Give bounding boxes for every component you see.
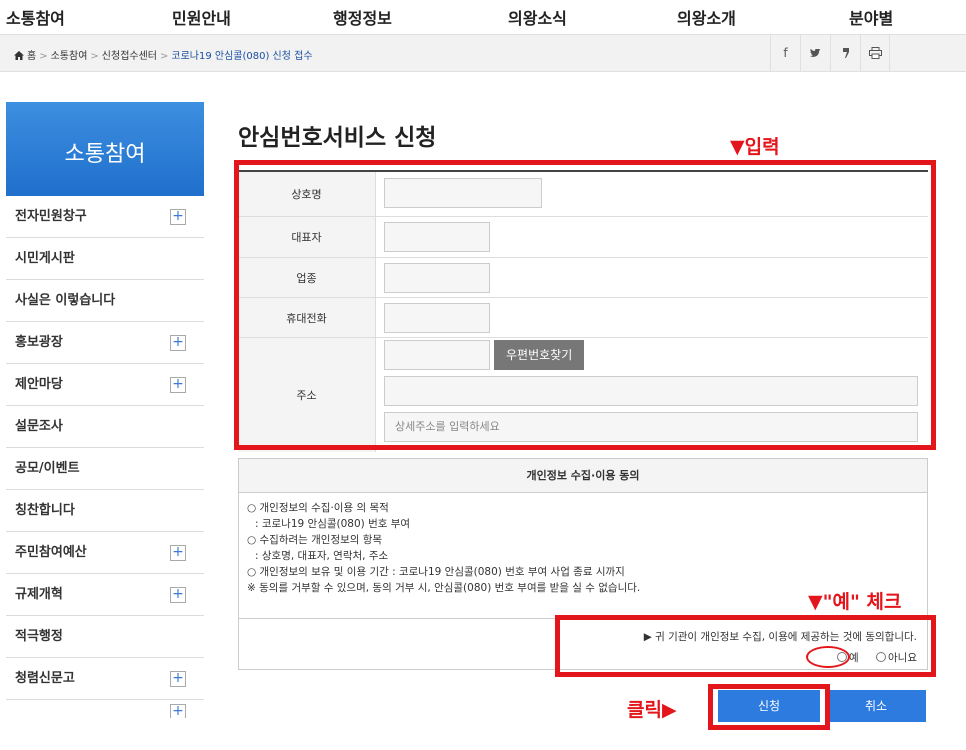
annotation-input-box [234, 160, 936, 450]
nav-item-by-field[interactable]: 분야별 [849, 5, 893, 29]
facebook-share-icon[interactable]: f [770, 35, 800, 71]
annotation-input-label: ▼입력 [730, 136, 780, 158]
sidebar-item-survey[interactable]: 설문조사 [6, 406, 204, 448]
nav-item-civil-guide[interactable]: 민원안내 [172, 5, 231, 29]
sidebar-item-contest-event[interactable]: 공모/이벤트 [6, 448, 204, 490]
expand-plus-icon[interactable]: + [170, 671, 186, 687]
home-icon [14, 51, 24, 60]
sidebar-item-label: 적극행정 [15, 629, 63, 644]
breadcrumb-home[interactable]: 홈 [27, 51, 36, 62]
sidebar-item-fact-check[interactable]: 사실은 이렇습니다 [6, 280, 204, 322]
twitter-share-icon[interactable] [800, 35, 830, 71]
cancel-button[interactable]: 취소 [826, 690, 926, 722]
consent-line-items: ○ 수집하려는 개인정보의 항목 [247, 534, 383, 546]
page-title: 안심번호서비스 신청 [238, 125, 437, 151]
sidebar-item-label: 주민참여예산 [15, 545, 87, 560]
expand-plus-icon[interactable]: + [170, 587, 186, 603]
top-navigation: 소통참여 민원안내 행정정보 의왕소식 의왕소개 분야별 [0, 0, 966, 32]
annotation-click-label: 클릭▶ [627, 699, 677, 721]
nav-item-admin-info[interactable]: 행정정보 [333, 5, 392, 29]
sidebar-item-proactive-admin[interactable]: 적극행정 [6, 616, 204, 658]
sidebar-item-label: 전자민원창구 [15, 209, 87, 224]
expand-plus-icon[interactable]: + [170, 209, 186, 225]
print-icon[interactable] [860, 35, 890, 71]
annotation-yes-circle [806, 646, 850, 668]
expand-plus-icon[interactable]: + [170, 335, 186, 351]
kakao-share-icon[interactable] [830, 35, 860, 71]
nav-item-about[interactable]: 의왕소개 [677, 5, 736, 29]
breadcrumb-application-center[interactable]: 신청접수센터 [102, 51, 157, 62]
annotation-click-box [708, 684, 830, 730]
expand-plus-icon[interactable]: + [170, 377, 186, 393]
sidebar-item-label: 청렴신문고 [15, 671, 75, 686]
consent-line-period: ○ 개인정보의 보유 및 이용 기간 : 코로나19 안심콜(080) 번호 부… [247, 566, 625, 578]
sidebar-item-partial[interactable]: + [6, 700, 204, 718]
sidebar-item-pr-plaza[interactable]: 홍보광장 + [6, 322, 204, 364]
breadcrumb-current: 코로나19 안심콜(080) 신청 접수 [171, 51, 313, 62]
sidebar-item-label: 설문조사 [15, 419, 63, 434]
sidebar-item-praise[interactable]: 칭찬합니다 [6, 490, 204, 532]
sidebar-title: 소통참여 [6, 102, 204, 196]
sidebar-item-e-civil[interactable]: 전자민원창구 + [6, 196, 204, 238]
breadcrumb: 홈 > 소통참여 > 신청접수센터 > 코로나19 안심콜(080) 신청 접수 [14, 47, 313, 62]
nav-item-participation[interactable]: 소통참여 [6, 5, 65, 29]
expand-plus-icon[interactable]: + [170, 545, 186, 561]
consent-line-items-detail: : 상호명, 대표자, 연락처, 주소 [255, 550, 389, 562]
sidebar-item-label: 칭찬합니다 [15, 503, 75, 518]
sidebar-item-label: 시민게시판 [15, 251, 75, 266]
consent-title: 개인정보 수집·이용 동의 [239, 459, 927, 493]
sidebar-item-label: 사실은 이렇습니다 [15, 293, 116, 308]
sidebar-item-label: 공모/이벤트 [15, 461, 80, 476]
sidebar-menu: 전자민원창구 + 시민게시판 사실은 이렇습니다 홍보광장 + 제안마당 + 설문조사… [6, 196, 204, 718]
sidebar-item-integrity[interactable]: 청렴신문고 + [6, 658, 204, 700]
breadcrumb-bar: 홈 > 소통참여 > 신청접수센터 > 코로나19 안심콜(080) 신청 접수 f [0, 34, 966, 72]
sidebar-item-label: 제안마당 [15, 377, 63, 392]
sidebar-item-citizen-board[interactable]: 시민게시판 [6, 238, 204, 280]
sidebar-item-participatory-budget[interactable]: 주민참여예산 + [6, 532, 204, 574]
annotation-check-label: ▼"예" 체크 [808, 591, 902, 613]
sidebar-item-regulation-reform[interactable]: 규제개혁 + [6, 574, 204, 616]
sidebar-item-label: 규제개혁 [15, 587, 63, 602]
nav-item-news[interactable]: 의왕소식 [508, 5, 567, 29]
consent-line-purpose-detail: : 코로나19 안심콜(080) 번호 부여 [255, 518, 411, 530]
sidebar-item-proposal[interactable]: 제안마당 + [6, 364, 204, 406]
expand-plus-icon[interactable]: + [170, 704, 186, 718]
sidebar-item-label: 홍보광장 [15, 335, 63, 350]
annotation-check-box [555, 615, 936, 677]
breadcrumb-participation[interactable]: 소통참여 [51, 51, 88, 62]
consent-line-purpose: ○ 개인정보의 수집·이용 의 목적 [247, 502, 389, 514]
